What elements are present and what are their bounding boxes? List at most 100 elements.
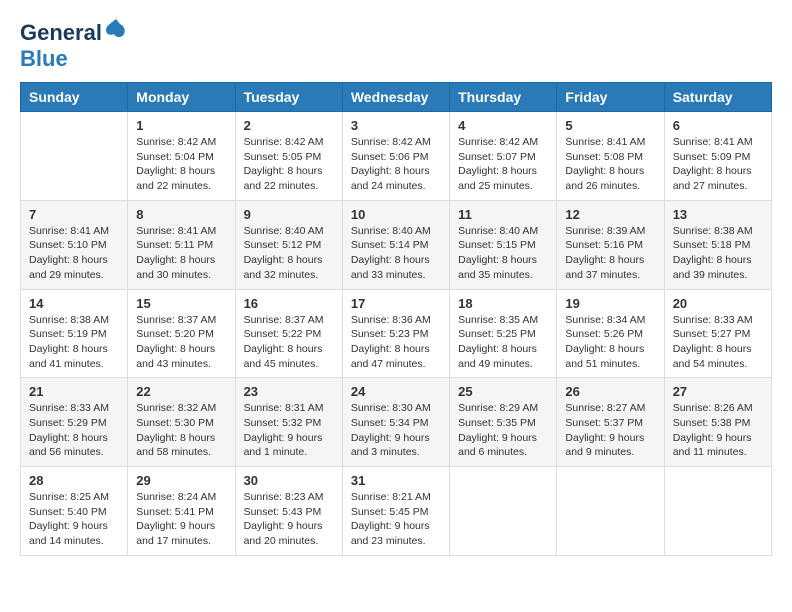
day-number: 19 xyxy=(565,296,655,311)
day-header-sunday: Sunday xyxy=(21,83,128,112)
day-info: Sunrise: 8:32 AM Sunset: 5:30 PM Dayligh… xyxy=(136,401,226,460)
day-number: 26 xyxy=(565,384,655,399)
calendar-cell: 12Sunrise: 8:39 AM Sunset: 5:16 PM Dayli… xyxy=(557,200,664,289)
day-info: Sunrise: 8:35 AM Sunset: 5:25 PM Dayligh… xyxy=(458,313,548,372)
day-number: 14 xyxy=(29,296,119,311)
calendar-cell xyxy=(450,467,557,556)
day-info: Sunrise: 8:31 AM Sunset: 5:32 PM Dayligh… xyxy=(244,401,334,460)
day-info: Sunrise: 8:26 AM Sunset: 5:38 PM Dayligh… xyxy=(673,401,763,460)
calendar-cell: 7 Sunrise: 8:41 AM Sunset: 5:10 PM Daylig… xyxy=(21,200,128,289)
logo-bird-icon xyxy=(104,16,128,40)
day-info: Sunrise: 8:38 AM Sunset: 5:19 PM Dayligh… xyxy=(29,313,119,372)
day-number: 1 xyxy=(136,118,226,133)
calendar-cell: 9Sunrise: 8:40 AM Sunset: 5:12 PM Daylig… xyxy=(235,200,342,289)
calendar-cell: 28 Sunrise: 8:25 AM Sunset: 5:40 PM Dayli… xyxy=(21,467,128,556)
calendar-week-row: 21 Sunrise: 8:33 AM Sunset: 5:29 PM Dayli… xyxy=(21,378,772,467)
day-number: 8 xyxy=(136,207,226,222)
day-header-friday: Friday xyxy=(557,83,664,112)
day-header-monday: Monday xyxy=(128,83,235,112)
day-info: Sunrise: 8:36 AM Sunset: 5:23 PM Dayligh… xyxy=(351,313,441,372)
calendar-cell: 26 Sunrise: 8:27 AM Sunset: 5:37 PM Dayli… xyxy=(557,378,664,467)
day-info: Sunrise: 8:41 AM Sunset: 5:10 PM Dayligh… xyxy=(29,224,119,283)
calendar-cell: 31Sunrise: 8:21 AM Sunset: 5:45 PM Dayli… xyxy=(342,467,449,556)
logo-general: General xyxy=(20,20,102,45)
day-number: 17 xyxy=(351,296,441,311)
day-info: Sunrise: 8:29 AM Sunset: 5:35 PM Dayligh… xyxy=(458,401,548,460)
day-info: Sunrise: 8:23 AM Sunset: 5:43 PM Dayligh… xyxy=(244,490,334,549)
day-info: Sunrise: 8:21 AM Sunset: 5:45 PM Dayligh… xyxy=(351,490,441,549)
day-number: 29 xyxy=(136,473,226,488)
day-number: 13 xyxy=(673,207,763,222)
calendar-cell: 4Sunrise: 8:42 AM Sunset: 5:07 PM Daylig… xyxy=(450,112,557,201)
day-number: 15 xyxy=(136,296,226,311)
calendar-cell xyxy=(21,112,128,201)
calendar-cell: 5Sunrise: 8:41 AM Sunset: 5:08 PM Daylig… xyxy=(557,112,664,201)
calendar-cell: 2Sunrise: 8:42 AM Sunset: 5:05 PM Daylig… xyxy=(235,112,342,201)
calendar-cell xyxy=(664,467,771,556)
day-info: Sunrise: 8:24 AM Sunset: 5:41 PM Dayligh… xyxy=(136,490,226,549)
day-info: Sunrise: 8:25 AM Sunset: 5:40 PM Dayligh… xyxy=(29,490,119,549)
calendar-header-row: SundayMondayTuesdayWednesdayThursdayFrid… xyxy=(21,83,772,112)
day-number: 3 xyxy=(351,118,441,133)
day-info: Sunrise: 8:40 AM Sunset: 5:15 PM Dayligh… xyxy=(458,224,548,283)
calendar-cell: 13 Sunrise: 8:38 AM Sunset: 5:18 PM Dayli… xyxy=(664,200,771,289)
calendar-week-row: 7 Sunrise: 8:41 AM Sunset: 5:10 PM Daylig… xyxy=(21,200,772,289)
day-number: 20 xyxy=(673,296,763,311)
page-header: General Blue xyxy=(20,20,772,72)
day-header-wednesday: Wednesday xyxy=(342,83,449,112)
day-info: Sunrise: 8:33 AM Sunset: 5:29 PM Dayligh… xyxy=(29,401,119,460)
day-number: 6 xyxy=(673,118,763,133)
day-number: 9 xyxy=(244,207,334,222)
calendar-cell: 11 Sunrise: 8:40 AM Sunset: 5:15 PM Dayli… xyxy=(450,200,557,289)
day-number: 16 xyxy=(244,296,334,311)
calendar-cell: 20 Sunrise: 8:33 AM Sunset: 5:27 PM Dayli… xyxy=(664,289,771,378)
calendar-cell: 19Sunrise: 8:34 AM Sunset: 5:26 PM Dayli… xyxy=(557,289,664,378)
calendar-cell: 30 Sunrise: 8:23 AM Sunset: 5:43 PM Dayli… xyxy=(235,467,342,556)
day-info: Sunrise: 8:42 AM Sunset: 5:06 PM Dayligh… xyxy=(351,135,441,194)
day-number: 28 xyxy=(29,473,119,488)
day-number: 18 xyxy=(458,296,548,311)
calendar-week-row: 14 Sunrise: 8:38 AM Sunset: 5:19 PM Dayli… xyxy=(21,289,772,378)
calendar-cell: 17 Sunrise: 8:36 AM Sunset: 5:23 PM Dayli… xyxy=(342,289,449,378)
calendar-cell: 27 Sunrise: 8:26 AM Sunset: 5:38 PM Dayli… xyxy=(664,378,771,467)
day-number: 7 xyxy=(29,207,119,222)
calendar-cell: 21 Sunrise: 8:33 AM Sunset: 5:29 PM Dayli… xyxy=(21,378,128,467)
day-info: Sunrise: 8:41 AM Sunset: 5:09 PM Dayligh… xyxy=(673,135,763,194)
day-info: Sunrise: 8:27 AM Sunset: 5:37 PM Dayligh… xyxy=(565,401,655,460)
day-info: Sunrise: 8:33 AM Sunset: 5:27 PM Dayligh… xyxy=(673,313,763,372)
calendar-cell: 1 Sunrise: 8:42 AM Sunset: 5:04 PM Daylig… xyxy=(128,112,235,201)
calendar-cell: 24 Sunrise: 8:30 AM Sunset: 5:34 PM Dayli… xyxy=(342,378,449,467)
day-number: 21 xyxy=(29,384,119,399)
day-info: Sunrise: 8:37 AM Sunset: 5:20 PM Dayligh… xyxy=(136,313,226,372)
day-number: 30 xyxy=(244,473,334,488)
calendar-cell: 29 Sunrise: 8:24 AM Sunset: 5:41 PM Dayli… xyxy=(128,467,235,556)
calendar-cell xyxy=(557,467,664,556)
day-number: 23 xyxy=(244,384,334,399)
calendar-cell: 22 Sunrise: 8:32 AM Sunset: 5:30 PM Dayli… xyxy=(128,378,235,467)
calendar-cell: 10Sunrise: 8:40 AM Sunset: 5:14 PM Dayli… xyxy=(342,200,449,289)
day-header-thursday: Thursday xyxy=(450,83,557,112)
calendar-cell: 3 Sunrise: 8:42 AM Sunset: 5:06 PM Daylig… xyxy=(342,112,449,201)
day-number: 24 xyxy=(351,384,441,399)
day-number: 2 xyxy=(244,118,334,133)
day-number: 11 xyxy=(458,207,548,222)
logo-text: General Blue xyxy=(20,20,128,72)
day-number: 10 xyxy=(351,207,441,222)
calendar-week-row: 1 Sunrise: 8:42 AM Sunset: 5:04 PM Daylig… xyxy=(21,112,772,201)
day-info: Sunrise: 8:38 AM Sunset: 5:18 PM Dayligh… xyxy=(673,224,763,283)
logo: General Blue xyxy=(20,20,128,72)
day-info: Sunrise: 8:41 AM Sunset: 5:11 PM Dayligh… xyxy=(136,224,226,283)
day-info: Sunrise: 8:42 AM Sunset: 5:07 PM Dayligh… xyxy=(458,135,548,194)
day-number: 27 xyxy=(673,384,763,399)
day-number: 12 xyxy=(565,207,655,222)
day-header-saturday: Saturday xyxy=(664,83,771,112)
day-number: 5 xyxy=(565,118,655,133)
day-number: 22 xyxy=(136,384,226,399)
day-header-tuesday: Tuesday xyxy=(235,83,342,112)
day-info: Sunrise: 8:30 AM Sunset: 5:34 PM Dayligh… xyxy=(351,401,441,460)
calendar-cell: 18 Sunrise: 8:35 AM Sunset: 5:25 PM Dayli… xyxy=(450,289,557,378)
day-info: Sunrise: 8:42 AM Sunset: 5:04 PM Dayligh… xyxy=(136,135,226,194)
calendar-cell: 15 Sunrise: 8:37 AM Sunset: 5:20 PM Dayli… xyxy=(128,289,235,378)
day-number: 25 xyxy=(458,384,548,399)
calendar-cell: 6 Sunrise: 8:41 AM Sunset: 5:09 PM Daylig… xyxy=(664,112,771,201)
